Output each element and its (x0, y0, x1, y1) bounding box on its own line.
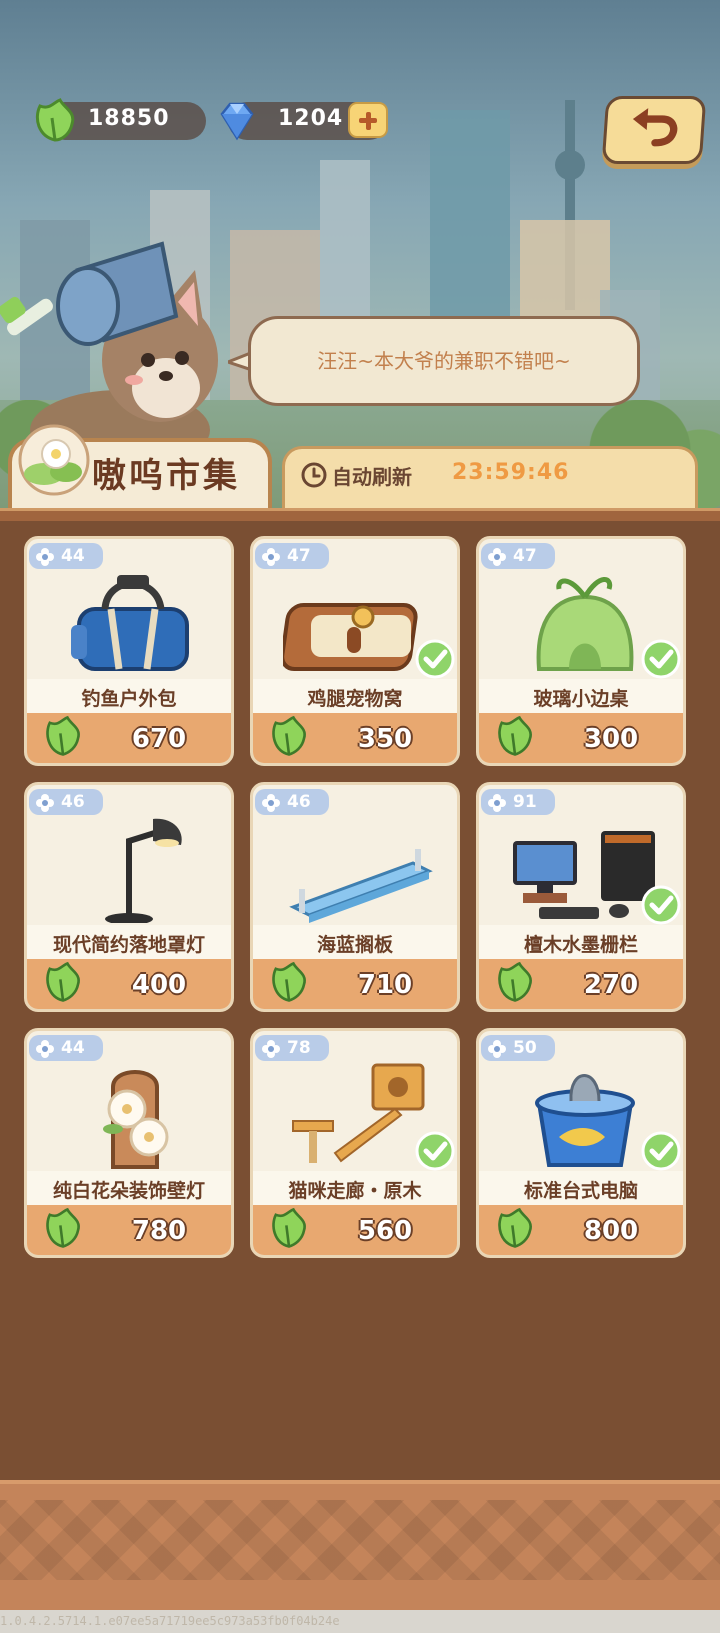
item-price: 780 (131, 1216, 187, 1246)
flower-level-icon (262, 1040, 280, 1058)
item-price: 300 (583, 724, 639, 754)
item-name: 海蓝搁板 (316, 934, 393, 956)
item-price: 560 (357, 1216, 413, 1246)
blue-shelf-icon (289, 849, 433, 923)
owned-check-icon (641, 885, 681, 925)
leaf-icon (46, 715, 80, 756)
item-name: 纯白花朵装饰壁灯 (52, 1180, 205, 1202)
item-price: 270 (583, 970, 639, 1000)
back-button[interactable] (601, 96, 707, 164)
floor-lamp-icon (105, 818, 182, 923)
panel-edge (0, 508, 720, 521)
shop-item-card[interactable]: 78 猫咪走廊・原木 560 (250, 1028, 460, 1258)
fish-bucket-icon (535, 1074, 635, 1167)
level-number: 44 (61, 1038, 85, 1058)
market-title: 嗷呜市集 (92, 456, 240, 496)
flower-level-icon (36, 1040, 54, 1058)
item-name: 钓鱼户外包 (81, 688, 177, 710)
tv-tower-top (555, 150, 585, 180)
item-name: 鸡腿宠物窝 (307, 688, 403, 710)
bottom-decor-band (0, 1480, 720, 1614)
leaf-icon (498, 961, 532, 1002)
flower-level-icon (488, 794, 506, 812)
level-number: 46 (287, 792, 311, 812)
item-price: 670 (131, 724, 187, 754)
clock-icon (301, 462, 327, 488)
level-number: 91 (513, 792, 537, 812)
decor-pattern (0, 1500, 720, 1580)
item-name: 现代简约落地罩灯 (52, 934, 205, 956)
flower-level-icon (36, 794, 54, 812)
add-gems-button[interactable] (348, 102, 388, 138)
level-number: 44 (61, 546, 85, 566)
flower-level-icon (262, 548, 280, 566)
item-name: 猫咪走廊・原木 (288, 1180, 422, 1202)
owned-check-icon (641, 639, 681, 679)
flower-wall-lamp-icon (103, 1070, 169, 1169)
shop-item-card[interactable]: 47 鸡腿宠物窝 350 (250, 536, 460, 766)
gem-amount: 1204 (278, 106, 344, 131)
level-number: 47 (287, 546, 311, 566)
owned-check-icon (415, 639, 455, 679)
shop-item-card[interactable]: 44 纯白花朵装饰壁灯 780 (24, 1028, 234, 1258)
shop-item-card[interactable]: 91 檀木水墨栅栏 270 (476, 782, 686, 1012)
leaf-icon (498, 1207, 532, 1248)
item-name: 玻璃小边桌 (533, 688, 629, 710)
speech-bubble-text: 汪汪~本大爷的兼职不错吧~ (317, 349, 571, 373)
auto-refresh-label: 自动刷新 (332, 465, 412, 489)
flower-level-icon (262, 794, 280, 812)
refresh-countdown: 23:59:46 (452, 460, 570, 485)
pet-bed-icon (283, 603, 418, 671)
level-number: 50 (513, 1038, 537, 1058)
leaf-tent-icon (536, 577, 634, 671)
flower-level-icon (36, 548, 54, 566)
shop-item-card[interactable]: 46 海蓝搁板 710 (250, 782, 460, 1012)
fishing-bag-icon (71, 575, 189, 671)
shop-item-card[interactable]: 47 玻璃小边桌 300 (476, 536, 686, 766)
item-name: 标准台式电脑 (523, 1180, 638, 1202)
computer-desk-icon (513, 831, 655, 919)
shop-item-card[interactable]: 44 钓鱼户外包 670 (24, 536, 234, 766)
leaf-icon (46, 961, 80, 1002)
flower-level-icon (488, 548, 506, 566)
leaf-icon (498, 715, 532, 756)
owned-check-icon (641, 1131, 681, 1171)
shop-item-card[interactable]: 46 现代简约落地罩灯 400 (24, 782, 234, 1012)
leaf-amount: 18850 (88, 106, 170, 131)
cat-walkway-icon (292, 1063, 425, 1163)
leaf-icon (272, 1207, 306, 1248)
owned-check-icon (415, 1131, 455, 1171)
diamond-icon (220, 102, 254, 141)
version-text: 1.0.4.2.5714.1.e07ee5a71719ee5c973a53fb0… (0, 1614, 340, 1628)
level-number: 78 (287, 1038, 311, 1058)
undo-arrow-icon (632, 108, 678, 147)
shop-item-card[interactable]: 50 标准台式电脑 800 (476, 1028, 686, 1258)
item-price: 400 (131, 970, 187, 1000)
item-price: 350 (357, 724, 413, 754)
leaf-icon (272, 715, 306, 756)
leaf-icon (35, 98, 75, 142)
level-number: 46 (61, 792, 85, 812)
item-name: 檀木水墨栅栏 (523, 934, 638, 956)
item-price: 800 (583, 1216, 639, 1246)
item-price: 710 (357, 970, 413, 1000)
market-flower-icon (18, 424, 90, 496)
flower-level-icon (488, 1040, 506, 1058)
leaf-icon (272, 961, 306, 1002)
leaf-icon (46, 1207, 80, 1248)
level-number: 47 (513, 546, 537, 566)
